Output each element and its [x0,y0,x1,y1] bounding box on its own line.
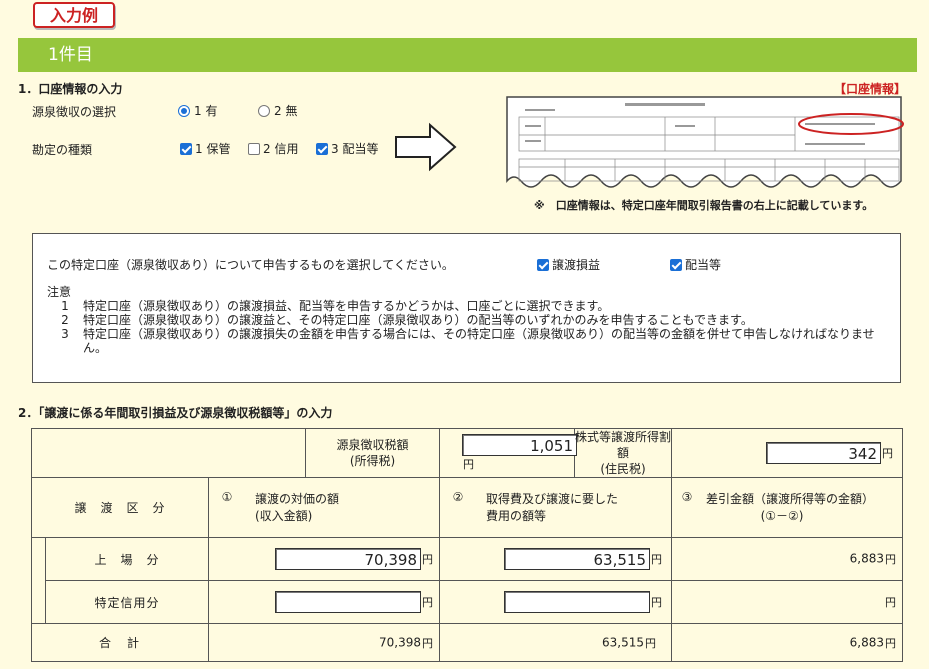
example-badge: 入力例 [33,2,115,28]
account-type-dividend-checkbox[interactable]: 3 配当等 [316,140,378,157]
margin-cost-input[interactable] [504,591,651,613]
checkbox-checked-icon [180,142,192,155]
row-label-margin: 特定信用分 [45,580,209,624]
account-info-note: ※ 口座情報は、特定口座年間取引報告書の右上に記載しています。 [534,199,874,212]
radio-selected-icon [178,104,190,117]
margin-proceeds-input[interactable] [275,591,422,613]
total-difference-value: 6,883 [849,635,885,649]
declaration-question: この特定口座（源泉徴収あり）について申告するものを選択してください。 [47,258,454,272]
listed-cost-input[interactable]: 63,515 [504,548,651,570]
note-item: 1 特定口座（源泉徴収あり）の譲渡損益、配当等を申告するかどうかは、口座ごとに選… [61,299,610,313]
checkbox-checked-icon [316,142,328,155]
checkbox-checked-icon [537,258,549,271]
account-type-margin-checkbox[interactable]: 2 信用 [248,140,298,157]
declare-transfer-gain-checkbox[interactable]: 譲渡損益 [537,256,600,273]
withholding-radio-no[interactable]: 2 無 [258,102,297,119]
listed-difference-value: 6,883 [849,551,885,566]
withholding-label: 源泉徴収の選択 [32,105,117,119]
cost-header: ② 取得費及び譲渡に要した 費用の額等 [439,477,673,538]
withholding-tax-label: 源泉徴収税額 (所得税) [305,428,441,478]
item-title-bar: 1件目 [18,38,917,72]
notes-title: 注意 [47,285,72,299]
declare-dividend-checkbox[interactable]: 配当等 [670,256,721,273]
local-tax-input[interactable]: 342 [766,442,882,464]
total-proceeds-value: 70,398 [379,635,422,649]
transfer-income-table: 源泉徴収税額 (所得税) 1,051円 株式等譲渡所得割額 (住民税) 342 円… [30,428,904,662]
listed-proceeds-input[interactable]: 70,398 [275,548,422,570]
declaration-selection-box: この特定口座（源泉徴収あり）について申告するものを選択してください。 譲渡損益 … [32,233,901,383]
account-type-label: 勘定の種類 [32,143,93,157]
total-cost-value: 63,515 [602,635,645,649]
table-row: 上 場 分 70,398 円 63,515 円 6,883円 [31,537,904,624]
account-type-custody-checkbox[interactable]: 1 保管 [180,140,230,157]
note-item: 3 特定口座（源泉徴収あり）の譲渡損失の金額を申告する場合には、その特定口座（源… [61,327,875,355]
notes-block: 注意 1 特定口座（源泉徴収あり）の譲渡損益、配当等を申告するかどうかは、口座ご… [47,285,893,355]
checkbox-unchecked-icon [248,142,260,155]
right-arrow-icon [395,122,457,172]
note-item: 2 特定口座（源泉徴収あり）の譲渡益と、その特定口座（源泉徴収あり）の配当等のい… [61,313,753,327]
withholding-radio-yes[interactable]: 1 有 [178,102,217,119]
radio-unselected-icon [258,104,270,117]
section1-title: 1．口座情報の入力 [18,82,123,96]
section2-title: 2．「譲渡に係る年間取引損益及び源泉徴収税額等」の入力 [18,406,333,420]
row-label-total: 合 計 [31,623,209,662]
total-row: 合 計 70,398円 63,515円 6,883円 [31,623,904,662]
table-row: 特定信用分 円 円 円 [32,580,904,624]
annual-report-image [506,96,904,188]
row-label-listed: 上 場 分 [45,537,209,581]
category-header: 譲 渡 区 分 [31,477,209,538]
checkbox-checked-icon [670,258,682,271]
difference-header: ③ 差引金額（譲渡所得等の金額） (①－②) [671,477,904,538]
proceeds-header: ① 譲渡の対価の額 (収入金額) [207,477,441,538]
withholding-tax-input[interactable]: 1,051 [462,434,578,456]
local-tax-label: 株式等譲渡所得割額 (住民税) [574,428,673,478]
